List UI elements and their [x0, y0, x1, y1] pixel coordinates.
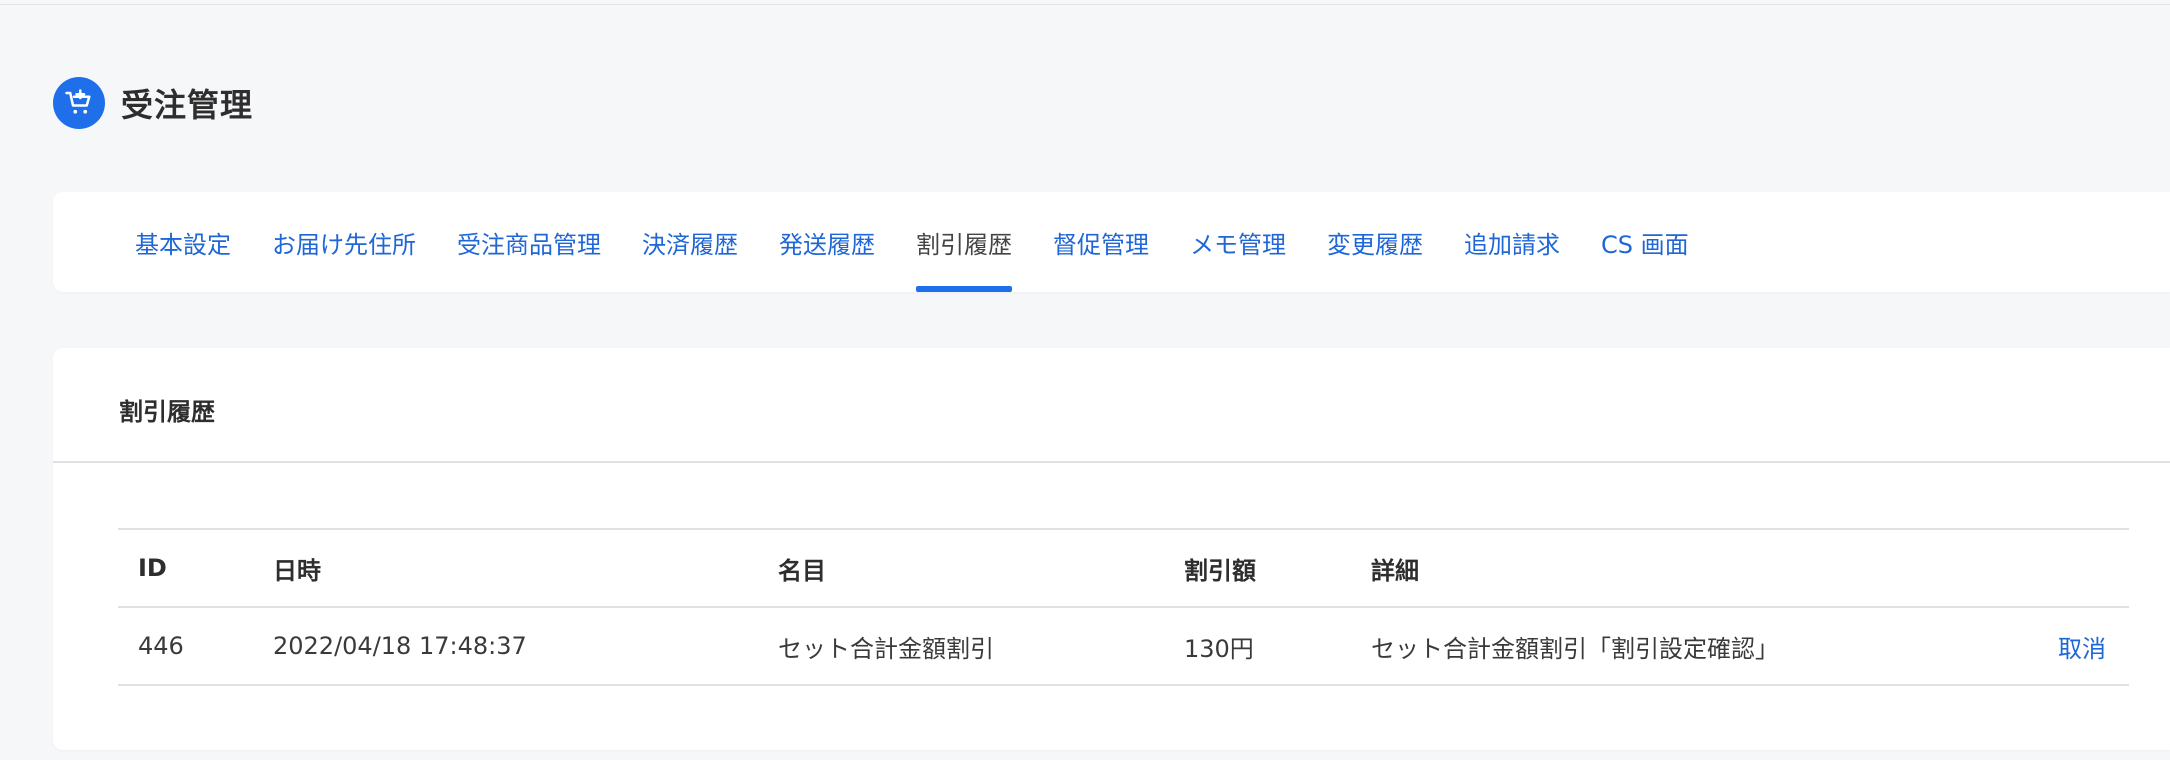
- tab-memo[interactable]: メモ管理: [1190, 192, 1286, 292]
- table-header-row: ID 日時 名目 割引額 詳細: [118, 528, 2129, 608]
- section-title: 割引履歴: [119, 398, 215, 426]
- column-header-detail: 詳細: [1371, 556, 1419, 585]
- tab-basic-settings[interactable]: 基本設定: [135, 192, 231, 292]
- tabs-card: 基本設定 お届け先住所 受注商品管理 決済履歴 発送履歴 割引履歴 督促管理 メ…: [53, 192, 2170, 292]
- cell-action: 取消: [2058, 608, 2106, 684]
- section-divider: [53, 461, 2170, 463]
- tab-order-items[interactable]: 受注商品管理: [457, 192, 601, 292]
- tab-additional-billing[interactable]: 追加請求: [1464, 192, 1560, 292]
- column-header-name: 名目: [778, 556, 826, 585]
- tab-bar: 基本設定 お届け先住所 受注商品管理 決済履歴 発送履歴 割引履歴 督促管理 メ…: [135, 192, 1730, 292]
- tab-discount-history[interactable]: 割引履歴: [916, 192, 1012, 292]
- tab-shipping-history[interactable]: 発送履歴: [779, 192, 875, 292]
- page-title: 受注管理: [121, 86, 254, 124]
- page-header: 受注管理: [53, 77, 253, 129]
- column-header-id: ID: [138, 554, 167, 582]
- top-divider: [0, 4, 2170, 5]
- discount-history-card: 割引履歴 ID 日時 名目 割引額 詳細 446 2022/04/18 17:4…: [53, 348, 2170, 750]
- cell-detail: セット合計金額割引「割引設定確認」: [1371, 634, 1779, 663]
- cell-name: セット合計金額割引: [778, 634, 994, 663]
- tab-dunning[interactable]: 督促管理: [1053, 192, 1149, 292]
- table-row: 446 2022/04/18 17:48:37 セット合計金額割引 130円 セ…: [118, 608, 2129, 686]
- cancel-link[interactable]: 取消: [2058, 629, 2106, 664]
- cell-datetime: 2022/04/18 17:48:37: [273, 632, 527, 660]
- column-header-datetime: 日時: [273, 556, 321, 585]
- tab-payment-history[interactable]: 決済履歴: [642, 192, 738, 292]
- cell-id: 446: [138, 632, 184, 660]
- cell-amount: 130円: [1184, 634, 1254, 663]
- discount-table: ID 日時 名目 割引額 詳細 446 2022/04/18 17:48:37 …: [118, 528, 2129, 686]
- tab-change-history[interactable]: 変更履歴: [1327, 192, 1423, 292]
- tab-delivery-address[interactable]: お届け先住所: [272, 192, 416, 292]
- tab-cs-screen[interactable]: CS 画面: [1601, 192, 1689, 292]
- cart-add-icon: [53, 77, 105, 129]
- column-header-amount: 割引額: [1184, 556, 1256, 585]
